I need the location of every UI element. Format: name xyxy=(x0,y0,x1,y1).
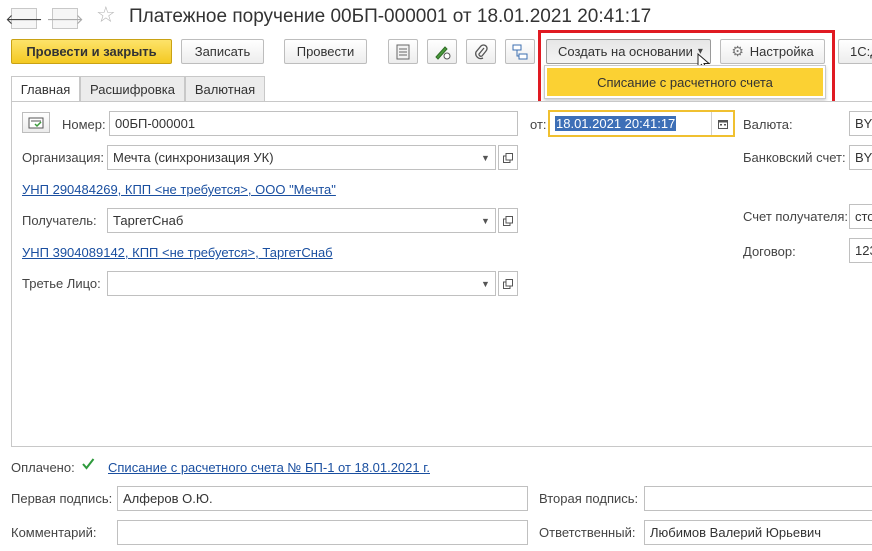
chevron-down-icon: ▼ xyxy=(481,152,490,163)
onec-button[interactable]: 1С:Д xyxy=(838,39,872,64)
organization-dropdown[interactable]: ▼ xyxy=(476,145,496,170)
attachment-icon xyxy=(475,43,488,59)
organization-label: Организация: xyxy=(22,150,105,165)
recipient-open-button[interactable] xyxy=(498,208,518,233)
responsible-label: Ответственный: xyxy=(539,525,636,540)
recipient-dropdown[interactable]: ▼ xyxy=(476,208,496,233)
date-label: от: xyxy=(530,117,547,132)
recipient-account-label: Счет получателя: xyxy=(743,209,849,224)
bank-account-label: Банковский счет: xyxy=(743,150,846,165)
first-sign-field[interactable]: Алферов О.Ю. xyxy=(117,486,528,511)
contract-field[interactable]: 123 xyxy=(849,238,872,263)
number-field[interactable]: 00БП-000001 xyxy=(109,111,518,136)
contract-label: Договор: xyxy=(743,244,796,259)
forward-button[interactable]: 🡒 xyxy=(46,8,84,29)
first-sign-label: Первая подпись: xyxy=(11,491,113,506)
sign-button[interactable] xyxy=(427,39,457,64)
organization-open-button[interactable] xyxy=(498,145,518,170)
attachment-button[interactable] xyxy=(466,39,496,64)
sign-icon xyxy=(435,45,451,60)
comment-label: Комментарий: xyxy=(11,525,97,540)
chevron-down-icon: ▼ xyxy=(481,278,490,289)
paid-document-link[interactable]: Списание с расчетного счета № БП-1 от 18… xyxy=(108,460,430,475)
structure-icon xyxy=(512,44,528,59)
page-title: Платежное поручение 00БП-000001 от 18.01… xyxy=(129,6,652,27)
recipient-label: Получатель: xyxy=(22,213,97,228)
responsible-field[interactable]: Любимов Валерий Юрьевич xyxy=(644,520,872,545)
paid-checkbox[interactable] xyxy=(81,457,95,471)
arrow-right-icon: 🡒 xyxy=(46,10,84,27)
document-icon xyxy=(28,117,44,128)
menu-item-write-off[interactable]: Списание с расчетного счета xyxy=(547,68,823,96)
comment-field[interactable] xyxy=(117,520,528,545)
back-button[interactable]: 🡐 xyxy=(5,8,43,29)
recipient-account-field[interactable]: сто xyxy=(849,204,872,229)
third-party-field[interactable] xyxy=(107,271,477,296)
document-menu-button[interactable] xyxy=(22,112,50,133)
second-sign-field[interactable] xyxy=(644,486,872,511)
bank-account-field[interactable]: BY xyxy=(849,145,872,170)
paid-label: Оплачено: xyxy=(11,460,75,475)
open-icon xyxy=(503,278,513,289)
third-party-label: Третье Лицо: xyxy=(22,276,101,291)
favorite-star-icon[interactable]: ☆ xyxy=(96,4,116,26)
recipient-field[interactable]: ТаргетСнаб xyxy=(107,208,477,233)
save-button[interactable]: Записать xyxy=(181,39,264,64)
number-label: Номер: xyxy=(62,117,106,132)
tab-breakdown[interactable]: Расшифровка xyxy=(80,76,185,101)
recipient-unp-link[interactable]: УНП 3904089142, КПП <не требуется>, Тарг… xyxy=(22,245,333,260)
currency-label: Валюта: xyxy=(743,117,793,132)
calendar-button[interactable] xyxy=(711,112,733,135)
list-button[interactable] xyxy=(388,39,418,64)
organization-unp-link[interactable]: УНП 290484269, КПП <не требуется>, ООО "… xyxy=(22,182,336,197)
post-and-close-button[interactable]: Провести и закрыть xyxy=(11,39,172,64)
tab-currency[interactable]: Валютная xyxy=(185,76,265,101)
date-field[interactable]: 18.01.2021 20:41:17 xyxy=(548,110,735,137)
calendar-icon xyxy=(717,119,728,129)
structure-button[interactable] xyxy=(505,39,535,64)
open-icon xyxy=(503,215,513,226)
list-icon xyxy=(396,44,410,59)
third-party-open-button[interactable] xyxy=(498,271,518,296)
arrow-left-icon: 🡐 xyxy=(5,10,43,27)
organization-field[interactable]: Мечта (синхронизация УК) xyxy=(107,145,477,170)
currency-field[interactable]: BY xyxy=(849,111,872,136)
check-icon xyxy=(82,458,95,470)
tab-main[interactable]: Главная xyxy=(11,76,80,102)
date-value: 18.01.2021 20:41:17 xyxy=(555,116,677,131)
post-button[interactable]: Провести xyxy=(284,39,367,64)
third-party-dropdown[interactable]: ▼ xyxy=(476,271,496,296)
create-based-on-menu: Списание с расчетного счета xyxy=(544,65,826,99)
open-icon xyxy=(503,152,513,163)
chevron-down-icon: ▼ xyxy=(481,215,490,226)
second-sign-label: Вторая подпись: xyxy=(539,491,639,506)
